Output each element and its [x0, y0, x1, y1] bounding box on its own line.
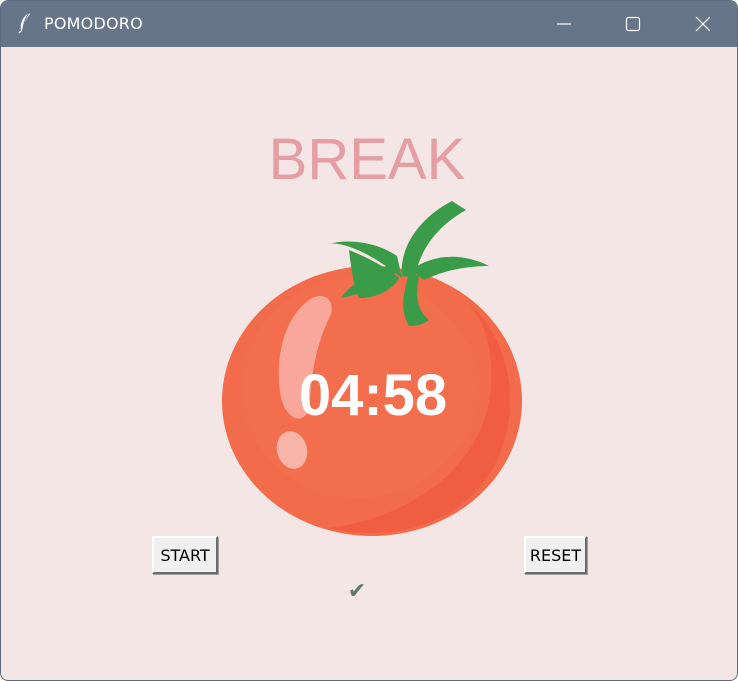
title-bar[interactable]: POMODORO	[1, 1, 737, 47]
minimize-icon	[557, 23, 571, 25]
feather-icon	[18, 12, 30, 34]
app-window: POMODORO BREAK 04:58 START RESET ✔	[0, 0, 738, 681]
maximize-icon	[625, 16, 641, 32]
maximize-button[interactable]	[598, 1, 668, 47]
reset-button[interactable]: RESET	[524, 536, 587, 574]
close-icon	[695, 16, 711, 32]
close-button[interactable]	[668, 1, 737, 47]
mode-label: BREAK	[268, 127, 466, 192]
check-marks: ✔	[347, 579, 367, 604]
start-button[interactable]: START	[152, 536, 218, 574]
window-title: POMODORO	[44, 14, 143, 33]
timer-display: 04:58	[298, 363, 448, 428]
minimize-button[interactable]	[529, 1, 599, 47]
